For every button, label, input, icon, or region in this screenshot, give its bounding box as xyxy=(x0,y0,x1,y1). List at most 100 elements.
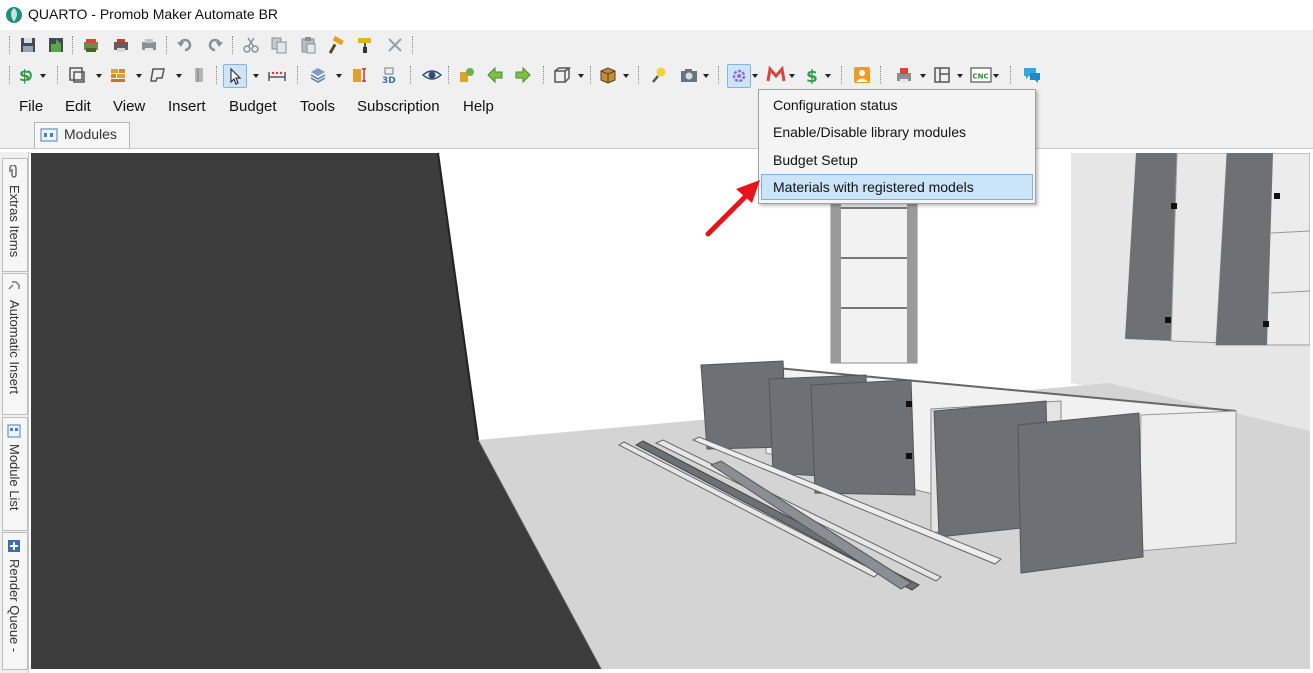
chevron-down-icon[interactable] xyxy=(789,74,795,78)
chevron-down-icon[interactable] xyxy=(623,74,629,78)
toolbar-separator xyxy=(232,36,235,54)
paperclip-icon xyxy=(9,165,17,178)
tab-modules-label: Modules xyxy=(64,126,117,142)
side-tab-render-queue[interactable]: Render Queue - xyxy=(2,532,28,670)
toolbar-separator xyxy=(1010,66,1013,84)
menu-edit[interactable]: Edit xyxy=(65,98,91,115)
print-icon[interactable] xyxy=(110,34,132,56)
menu-item-budget-setup[interactable]: Budget Setup xyxy=(773,152,858,168)
side-tab-extras-items[interactable]: Extras Items xyxy=(2,158,28,272)
toolbar-separator xyxy=(9,66,12,84)
box-icon[interactable] xyxy=(597,64,619,86)
save-as-icon[interactable] xyxy=(45,34,67,56)
chevron-down-icon[interactable] xyxy=(993,74,999,78)
list-icon xyxy=(7,424,21,438)
toolbar-separator xyxy=(216,66,219,84)
tab-modules[interactable]: Modules xyxy=(34,122,130,148)
chevron-down-icon[interactable] xyxy=(825,74,831,78)
chevron-down-icon[interactable] xyxy=(752,74,758,78)
bricks-icon[interactable] xyxy=(107,64,129,86)
hammer-icon[interactable] xyxy=(326,34,348,56)
light-bulb-icon[interactable] xyxy=(648,64,670,86)
toolbar-separator xyxy=(590,66,593,84)
user-icon[interactable] xyxy=(851,64,873,86)
menu-tools[interactable]: Tools xyxy=(300,98,335,115)
cnc-icon[interactable]: CNC xyxy=(968,64,992,86)
toolbar-separator xyxy=(297,66,300,84)
select-cursor-icon[interactable] xyxy=(223,64,247,88)
chevron-down-icon[interactable] xyxy=(176,74,182,78)
main-toolbar xyxy=(0,30,1313,60)
menu-bar: File Edit View Insert Budget Tools Subsc… xyxy=(0,90,1313,122)
chevron-down-icon[interactable] xyxy=(136,74,142,78)
layout-icon[interactable] xyxy=(931,64,953,86)
budget-dollar-icon[interactable]: $ xyxy=(15,64,37,86)
column-icon[interactable] xyxy=(188,64,210,86)
render-add-icon xyxy=(8,540,20,552)
chevron-down-icon[interactable] xyxy=(96,74,102,78)
toolbar-separator xyxy=(718,66,721,84)
3d-view-label: 3D xyxy=(382,76,396,84)
eye-icon[interactable] xyxy=(420,64,442,86)
chevron-down-icon[interactable] xyxy=(957,74,963,78)
shape-icon[interactable] xyxy=(146,64,168,86)
menu-item-enable-disable-library-modules[interactable]: Enable/Disable library modules xyxy=(773,124,966,140)
side-tab-label: Render Queue - xyxy=(7,559,22,653)
chevron-down-icon[interactable] xyxy=(920,74,926,78)
menu-subscription[interactable]: Subscription xyxy=(357,98,440,115)
save-icon[interactable] xyxy=(17,34,39,56)
delete-icon[interactable] xyxy=(384,34,406,56)
modules-icon xyxy=(40,128,58,142)
settings-dropdown-menu: Configuration status Enable/Disable libr… xyxy=(758,89,1036,204)
camera-icon[interactable] xyxy=(677,64,699,86)
copy-icon[interactable] xyxy=(268,34,290,56)
scene-render xyxy=(31,153,1310,669)
dimension-icon[interactable] xyxy=(348,64,370,86)
move-icon[interactable] xyxy=(456,64,478,86)
cnc-label: CNC xyxy=(973,73,989,81)
menu-item-configuration-status[interactable]: Configuration status xyxy=(773,97,898,113)
red-arrow-icon xyxy=(705,180,760,237)
menu-view[interactable]: View xyxy=(113,98,145,115)
toolbar-separator xyxy=(410,66,413,84)
arrow-right-icon[interactable] xyxy=(512,64,534,86)
dollar-icon[interactable]: $ xyxy=(801,64,823,86)
window-title: QUARTO - Promob Maker Automate BR xyxy=(28,6,279,22)
menu-file[interactable]: File xyxy=(19,98,43,115)
chevron-down-icon[interactable] xyxy=(336,74,342,78)
menu-item-materials-with-registered-models[interactable]: Materials with registered models xyxy=(773,179,974,195)
chat-icon[interactable] xyxy=(1020,64,1042,86)
title-bar: QUARTO - Promob Maker Automate BR xyxy=(0,0,1313,31)
paint-roller-icon[interactable] xyxy=(354,34,376,56)
pdf-print-icon[interactable] xyxy=(893,64,915,86)
side-tab-module-list[interactable]: Module List xyxy=(2,417,28,531)
print-preview-icon[interactable] xyxy=(138,34,160,56)
cut-icon[interactable] xyxy=(240,34,262,56)
3d-view-icon[interactable]: 3D xyxy=(377,64,399,86)
undo-icon[interactable] xyxy=(174,34,196,56)
chevron-down-icon[interactable] xyxy=(253,74,259,78)
measure-icon[interactable] xyxy=(265,64,287,86)
cube-frame-icon[interactable] xyxy=(551,64,573,86)
menu-budget[interactable]: Budget xyxy=(229,98,277,115)
secondary-toolbar: $ 3D $ CNC xyxy=(0,60,1313,90)
chevron-down-icon[interactable] xyxy=(703,74,709,78)
redo-icon[interactable] xyxy=(204,34,226,56)
side-tab-automatic-insert[interactable]: Automatic Insert xyxy=(2,273,28,415)
paste-icon[interactable] xyxy=(297,34,319,56)
side-tab-label: Automatic Insert xyxy=(7,300,22,394)
menu-insert[interactable]: Insert xyxy=(168,98,206,115)
toolbar-separator xyxy=(412,36,415,54)
gear-settings-icon[interactable] xyxy=(727,64,751,88)
toolbar-separator xyxy=(543,66,546,84)
plan-view-icon[interactable] xyxy=(66,64,88,86)
layers-icon[interactable] xyxy=(307,64,329,86)
chevron-down-icon[interactable] xyxy=(578,74,584,78)
chevron-down-icon[interactable] xyxy=(40,74,46,78)
m-logo-icon[interactable] xyxy=(764,64,786,86)
open-icon[interactable] xyxy=(80,34,102,56)
arrow-left-icon[interactable] xyxy=(484,64,506,86)
menu-help[interactable]: Help xyxy=(463,98,494,115)
3d-viewport[interactable] xyxy=(31,153,1310,669)
link-icon xyxy=(8,281,20,290)
